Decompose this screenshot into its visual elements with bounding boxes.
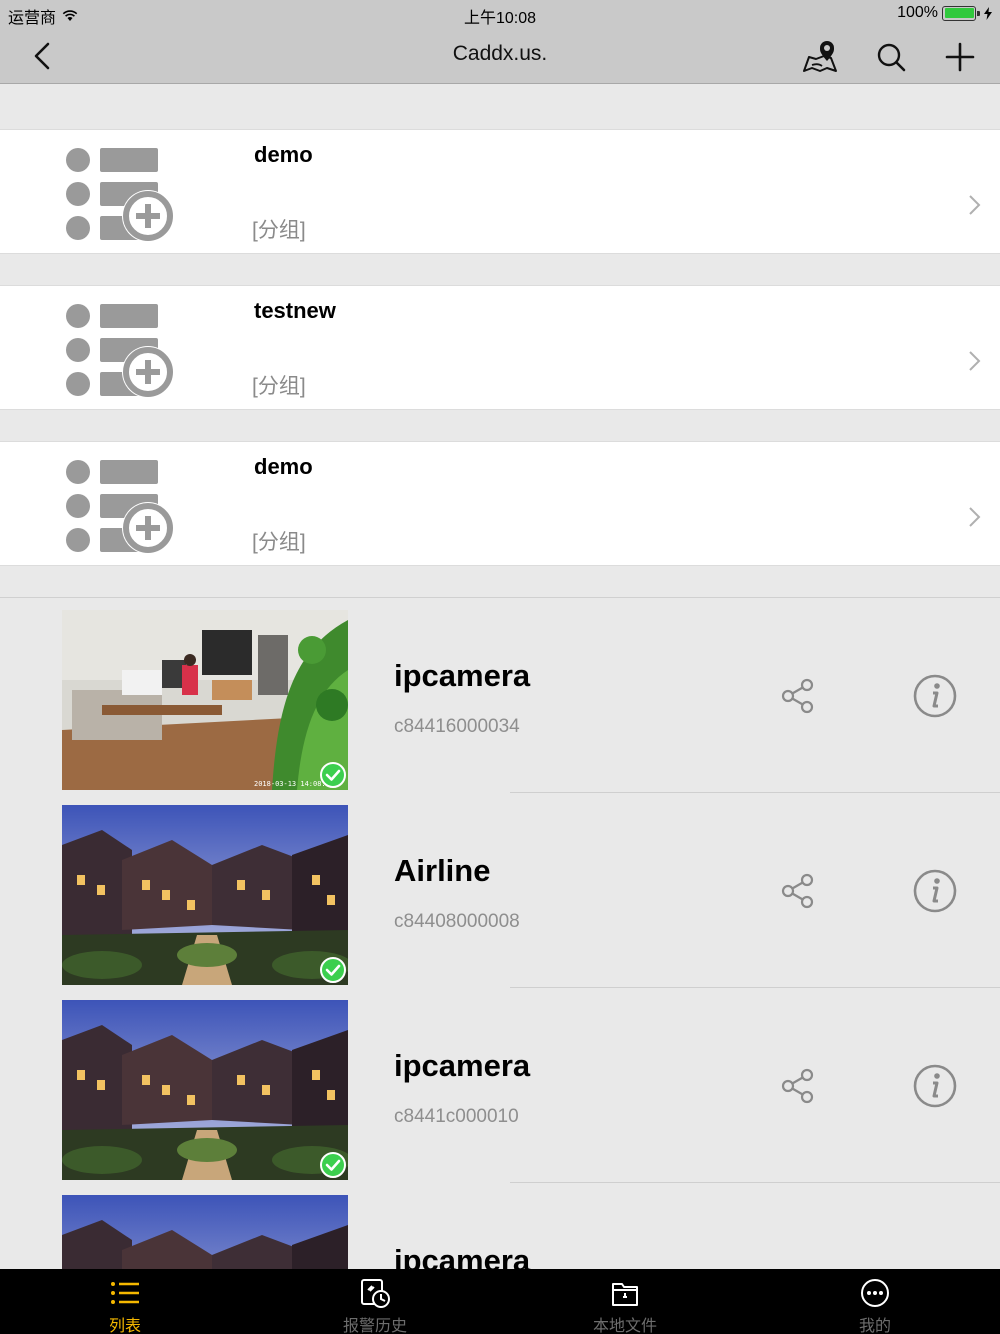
folder-icon (612, 1283, 638, 1306)
group-row[interactable]: testnew [分组] (0, 285, 1000, 410)
group-type-label: [分组] (252, 219, 306, 242)
plus-icon[interactable] (940, 37, 980, 77)
group-type-label: [分组] (252, 375, 306, 398)
more-icon (861, 1279, 889, 1307)
tab-local-files[interactable]: 本地文件 (500, 1269, 750, 1334)
page-title: Caddx.us. (452, 42, 548, 65)
camera-name: ipcamera (394, 658, 531, 693)
online-check-icon (320, 1152, 346, 1178)
group-row[interactable]: demo [分组] (0, 129, 1000, 254)
navigation-bar: Caddx.us. (0, 28, 1000, 84)
chevron-right-icon (969, 351, 981, 371)
camera-thumbnail[interactable] (62, 1000, 348, 1180)
camera-row[interactable]: ipcamera c8441c000010 (0, 988, 1000, 1183)
tab-label: 我的 (858, 1318, 891, 1334)
group-name: testnew (254, 298, 336, 323)
group-icon (66, 460, 174, 554)
camera-row[interactable]: 2018-03-13 14:08:43 ipcamera c8441600003… (0, 598, 1000, 793)
tab-label: 列表 (108, 1318, 141, 1334)
group-row[interactable]: demo [分组] (0, 441, 1000, 566)
tab-bar: 列表 报警历史 本地文件 我的 (0, 1269, 1000, 1334)
tab-label: 本地文件 (592, 1318, 657, 1334)
search-icon[interactable] (871, 37, 911, 77)
group-name: demo (254, 142, 313, 167)
camera-row[interactable]: Airline c84408000008 (0, 793, 1000, 988)
battery-icon (942, 5, 980, 21)
list-icon (111, 1282, 139, 1304)
camera-id: c8441c000010 (394, 1106, 519, 1127)
chevron-right-icon (969, 195, 981, 215)
share-icon[interactable] (778, 676, 818, 716)
camera-name: Airline (394, 853, 491, 888)
camera-thumbnail[interactable] (62, 805, 348, 985)
tab-list[interactable]: 列表 (0, 1269, 250, 1334)
charging-icon (984, 6, 992, 20)
group-type-label: [分组] (252, 531, 306, 554)
info-icon[interactable] (911, 1062, 959, 1110)
map-pin-icon[interactable] (800, 37, 840, 77)
chevron-right-icon (969, 507, 981, 527)
status-bar: 运营商 上午10:08 100% (0, 0, 1000, 28)
alarm-history-icon (361, 1279, 390, 1308)
battery-status: 100% (897, 4, 992, 22)
group-name: demo (254, 454, 313, 479)
camera-thumbnail[interactable]: 2018-03-13 14:08:43 (62, 610, 348, 790)
camera-name: ipcamera (394, 1048, 531, 1083)
info-icon[interactable] (911, 867, 959, 915)
share-icon[interactable] (778, 1066, 818, 1106)
online-check-icon (320, 957, 346, 983)
tab-alarm-history[interactable]: 报警历史 (250, 1269, 500, 1334)
group-icon (66, 304, 174, 398)
camera-id: c84416000034 (394, 716, 520, 737)
battery-percent: 100% (897, 4, 938, 21)
share-icon[interactable] (778, 871, 818, 911)
online-check-icon (320, 762, 346, 788)
group-icon (66, 148, 174, 242)
clock: 上午10:08 (463, 10, 537, 27)
tab-label: 报警历史 (342, 1318, 407, 1334)
camera-id: c84408000008 (394, 911, 520, 932)
tab-mine[interactable]: 我的 (750, 1269, 1000, 1334)
info-icon[interactable] (911, 672, 959, 720)
